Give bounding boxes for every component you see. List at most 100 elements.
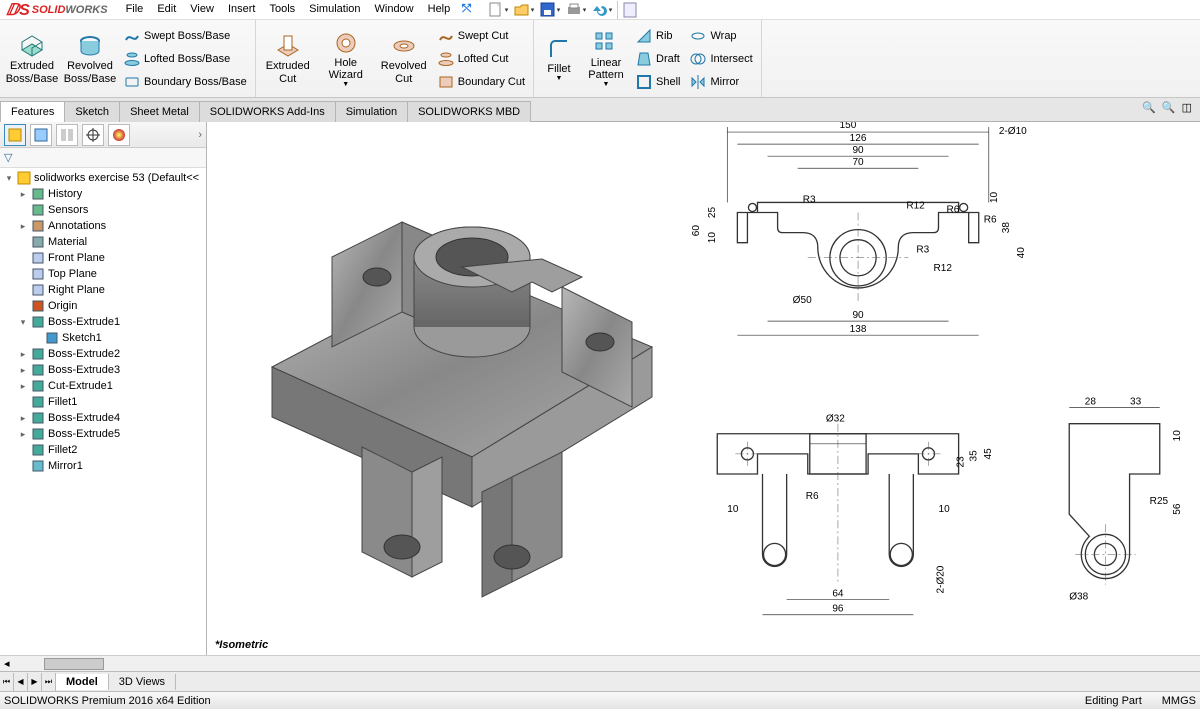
menu-file[interactable]: File xyxy=(120,1,150,18)
lofted-boss-button[interactable]: Lofted Boss/Base xyxy=(120,48,251,70)
graphics-area[interactable]: *Isometric 150 126 90 xyxy=(207,122,1200,655)
dimxpert-tab-icon[interactable] xyxy=(82,124,104,146)
hole-wizard-button[interactable]: Hole Wizard▼ xyxy=(318,23,374,95)
3d-views-tab[interactable]: 3D Views xyxy=(109,674,176,690)
mirror-button[interactable]: Mirror xyxy=(686,71,756,93)
config-manager-tab-icon[interactable] xyxy=(56,124,78,146)
extruded-boss-button[interactable]: Extruded Boss/Base xyxy=(4,23,60,95)
ribbon: Extruded Boss/Base Revolved Boss/Base Sw… xyxy=(0,20,1200,98)
tree-item[interactable]: Sensors xyxy=(0,202,206,218)
zoom-fit-icon[interactable]: 🔍 xyxy=(1142,101,1156,114)
tab-sheet-metal[interactable]: Sheet Metal xyxy=(119,101,200,122)
menu-simulation[interactable]: Simulation xyxy=(303,1,366,18)
revolved-boss-button[interactable]: Revolved Boss/Base xyxy=(62,23,118,95)
feature-tree-tab-icon[interactable] xyxy=(4,124,26,146)
tree-item[interactable]: Mirror1 xyxy=(0,458,206,474)
tree-item[interactable]: ▸Cut-Extrude1 xyxy=(0,378,206,394)
menu-edit[interactable]: Edit xyxy=(151,1,182,18)
tree-item[interactable]: Sketch1 xyxy=(0,330,206,346)
shell-button[interactable]: Shell xyxy=(632,71,684,93)
panel-more-icon[interactable]: › xyxy=(198,129,202,141)
boundary-boss-button[interactable]: Boundary Boss/Base xyxy=(120,71,251,93)
prev-tab-icon[interactable]: ◀ xyxy=(14,673,28,691)
tab-mbd[interactable]: SOLIDWORKS MBD xyxy=(407,101,531,122)
svg-text:56: 56 xyxy=(1172,503,1183,515)
menu-help[interactable]: Help xyxy=(422,1,457,18)
svg-text:Ø50: Ø50 xyxy=(793,295,812,306)
tab-addins[interactable]: SOLIDWORKS Add-Ins xyxy=(199,101,336,122)
tab-simulation[interactable]: Simulation xyxy=(335,101,408,122)
boundary-cut-button[interactable]: Boundary Cut xyxy=(434,71,529,93)
tree-item[interactable]: Origin xyxy=(0,298,206,314)
save-icon[interactable]: ▾ xyxy=(539,1,561,19)
main-menu: File Edit View Insert Tools Simulation W… xyxy=(120,1,475,18)
first-tab-icon[interactable]: ⏮ xyxy=(0,673,14,691)
display-manager-tab-icon[interactable] xyxy=(108,124,130,146)
next-tab-icon[interactable]: ▶ xyxy=(28,673,42,691)
feature-manager-panel: › ▽ ▾solidworks exercise 53 (Default<< ▸… xyxy=(0,122,207,655)
draft-button[interactable]: Draft xyxy=(632,48,684,70)
tree-item[interactable]: Material xyxy=(0,234,206,250)
svg-text:33: 33 xyxy=(1130,397,1142,408)
lofted-cut-button[interactable]: Lofted Cut xyxy=(434,48,529,70)
isometric-model xyxy=(207,122,677,632)
tree-item[interactable]: Fillet1 xyxy=(0,394,206,410)
svg-text:10: 10 xyxy=(939,504,951,515)
heads-up-toolbar: 🔍 🔍 ◫ xyxy=(1142,101,1192,114)
menu-view[interactable]: View xyxy=(184,1,220,18)
open-icon[interactable]: ▾ xyxy=(513,1,535,19)
tree-root[interactable]: ▾solidworks exercise 53 (Default<< xyxy=(0,170,206,186)
tree-item[interactable]: ▸Boss-Extrude4 xyxy=(0,410,206,426)
intersect-button[interactable]: Intersect xyxy=(686,48,756,70)
last-tab-icon[interactable]: ⏭ xyxy=(42,673,56,691)
swept-boss-button[interactable]: Swept Boss/Base xyxy=(120,25,251,47)
swept-cut-button[interactable]: Swept Cut xyxy=(434,25,529,47)
tree-item[interactable]: ▾Boss-Extrude1 xyxy=(0,314,206,330)
tree-item[interactable]: ▸Boss-Extrude2 xyxy=(0,346,206,362)
command-tabs: Features Sketch Sheet Metal SOLIDWORKS A… xyxy=(0,98,1200,122)
menu-window[interactable]: Window xyxy=(369,1,420,18)
print-icon[interactable]: ▾ xyxy=(565,1,587,19)
tree-item[interactable]: Front Plane xyxy=(0,250,206,266)
model-tab[interactable]: Model xyxy=(56,674,109,690)
tree-item[interactable]: ▸Boss-Extrude5 xyxy=(0,426,206,442)
svg-text:R25: R25 xyxy=(1150,496,1169,507)
status-units[interactable]: MMGS xyxy=(1162,695,1196,707)
svg-text:40: 40 xyxy=(1016,247,1027,259)
svg-text:R6: R6 xyxy=(806,491,819,502)
menu-insert[interactable]: Insert xyxy=(222,1,262,18)
linear-pattern-button[interactable]: Linear Pattern▼ xyxy=(582,23,630,95)
horizontal-scrollbar[interactable]: ◂ xyxy=(0,655,1200,671)
wrap-button[interactable]: Wrap xyxy=(686,25,756,47)
rib-button[interactable]: Rib xyxy=(632,25,684,47)
filter-icon[interactable]: ▽ xyxy=(4,151,12,164)
tree-item[interactable]: ▸Annotations xyxy=(0,218,206,234)
property-manager-tab-icon[interactable] xyxy=(30,124,52,146)
pin-icon[interactable]: ⤲ xyxy=(458,1,475,18)
zoom-area-icon[interactable]: 🔍 xyxy=(1162,101,1176,114)
menu-tools[interactable]: Tools xyxy=(263,1,301,18)
tab-features[interactable]: Features xyxy=(0,101,65,122)
new-doc-icon[interactable]: ▾ xyxy=(487,1,509,19)
svg-text:10: 10 xyxy=(1172,430,1183,442)
tree-item[interactable]: ▸Boss-Extrude3 xyxy=(0,362,206,378)
tab-sketch[interactable]: Sketch xyxy=(64,101,120,122)
svg-text:10: 10 xyxy=(727,504,739,515)
tree-item[interactable]: Fillet2 xyxy=(0,442,206,458)
view-orientation-label: *Isometric xyxy=(215,639,268,651)
drawing-views: 150 126 90 70 2-Ø10 60 25 10 38 40 10 90… xyxy=(677,122,1200,655)
svg-text:2-Ø10: 2-Ø10 xyxy=(999,126,1027,137)
svg-text:25: 25 xyxy=(707,207,718,219)
tree-item[interactable]: Top Plane xyxy=(0,266,206,282)
revolved-cut-button[interactable]: Revolved Cut xyxy=(376,23,432,95)
svg-text:10: 10 xyxy=(707,232,718,244)
svg-text:64: 64 xyxy=(832,589,844,600)
tree-item[interactable]: Right Plane xyxy=(0,282,206,298)
rebuild-icon[interactable] xyxy=(617,1,639,19)
fillet-button[interactable]: Fillet▼ xyxy=(538,23,580,95)
extruded-cut-button[interactable]: Extruded Cut xyxy=(260,23,316,95)
view-orientation-icon[interactable]: ◫ xyxy=(1182,101,1192,114)
undo-icon[interactable]: ▾ xyxy=(591,1,613,19)
solidworks-logo: ⅅS SOLIDWORKS xyxy=(0,0,114,20)
tree-item[interactable]: ▸History xyxy=(0,186,206,202)
